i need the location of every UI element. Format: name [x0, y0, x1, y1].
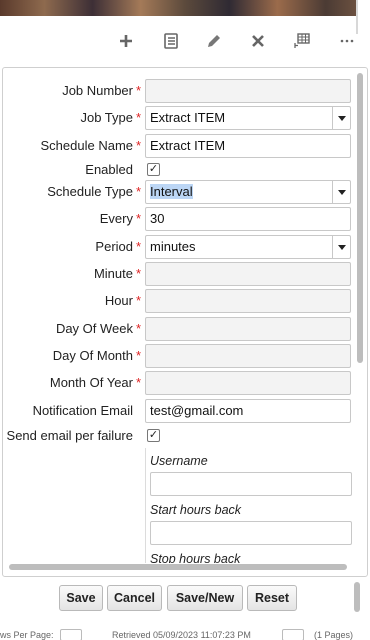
- job-type-label: Job Type: [80, 110, 133, 125]
- hour-field[interactable]: [145, 289, 351, 313]
- pagination-footer: ws Per Page: Retrieved 05/09/2023 11:07:…: [0, 626, 370, 640]
- month-of-year-field[interactable]: [145, 371, 351, 395]
- day-of-month-label: Day Of Month: [52, 348, 133, 363]
- month-of-year-row: Month Of Year *: [3, 371, 353, 395]
- day-of-week-row: Day Of Week *: [3, 317, 353, 341]
- every-row: Every * 30: [3, 207, 353, 231]
- job-type-select[interactable]: Extract ITEM: [145, 106, 351, 130]
- schedule-name-label: Schedule Name: [40, 138, 134, 153]
- credentials-section: Username Start hours back Stop hours bac…: [145, 448, 353, 563]
- start-hours-back-label: Start hours back: [150, 503, 242, 517]
- edit-icon[interactable]: [201, 28, 227, 54]
- period-row: Period * minutes: [3, 235, 353, 259]
- required-mark: *: [136, 83, 142, 98]
- schedule-name-row: Schedule Name * Extract ITEM: [3, 134, 353, 158]
- required-mark: *: [136, 239, 142, 254]
- month-of-year-label: Month Of Year: [49, 375, 133, 390]
- retrieved-timestamp: Retrieved 05/09/2023 11:07:23 PM: [112, 630, 251, 640]
- add-icon[interactable]: [113, 28, 139, 54]
- send-email-per-failure-label: Send email per failure: [6, 428, 133, 443]
- minute-label: Minute: [93, 266, 133, 281]
- required-mark: *: [136, 110, 142, 125]
- notification-email-field[interactable]: test@gmail.com: [145, 399, 351, 423]
- enabled-row: Enabled ✓: [3, 158, 353, 182]
- save-button[interactable]: Save: [59, 585, 103, 611]
- button-bar: Save Cancel Save/New Reset: [0, 580, 370, 616]
- reset-button[interactable]: Reset: [247, 585, 297, 611]
- page-number-input[interactable]: [282, 629, 304, 640]
- job-number-label: Job Number: [62, 83, 133, 98]
- notification-email-label: Notification Email: [32, 403, 133, 418]
- required-mark: *: [136, 184, 142, 199]
- horizontal-scrollbar-track: [9, 564, 351, 572]
- more-icon[interactable]: [334, 28, 360, 54]
- schedule-type-label: Schedule Type: [47, 184, 133, 199]
- enabled-label: Enabled: [85, 162, 133, 177]
- job-number-row: Job Number *: [3, 79, 353, 103]
- dropdown-arrow-icon[interactable]: [332, 107, 350, 129]
- header-banner-image: [0, 0, 370, 16]
- send-email-per-failure-checkbox[interactable]: ✓: [147, 429, 160, 442]
- dropdown-arrow-icon[interactable]: [332, 181, 350, 203]
- every-label: Every: [99, 211, 133, 226]
- dropdown-arrow-icon[interactable]: [332, 236, 350, 258]
- required-mark: *: [136, 293, 142, 308]
- columns-icon[interactable]: [289, 28, 315, 54]
- required-mark: *: [136, 266, 142, 281]
- notification-email-row: Notification Email test@gmail.com: [3, 399, 353, 423]
- username-label: Username: [150, 454, 208, 468]
- horizontal-scrollbar[interactable]: [9, 564, 347, 570]
- required-mark: *: [136, 375, 142, 390]
- hour-label: Hour: [104, 293, 133, 308]
- required-mark: *: [136, 321, 142, 336]
- minute-row: Minute *: [3, 262, 353, 286]
- stop-hours-back-label: Stop hours back: [150, 552, 241, 563]
- job-number-field[interactable]: [145, 79, 351, 103]
- day-of-month-field[interactable]: [145, 344, 351, 368]
- delete-icon[interactable]: [245, 28, 271, 54]
- hour-row: Hour *: [3, 289, 353, 313]
- day-of-week-field[interactable]: [145, 317, 351, 341]
- vertical-scrollbar[interactable]: [357, 73, 363, 363]
- minute-field[interactable]: [145, 262, 351, 286]
- every-field[interactable]: 30: [145, 207, 351, 231]
- rows-per-page-label: ws Per Page:: [0, 630, 54, 640]
- rows-per-page-select[interactable]: [60, 629, 82, 640]
- day-of-month-row: Day Of Month *: [3, 344, 353, 368]
- details-icon[interactable]: [158, 28, 184, 54]
- username-input[interactable]: [150, 472, 352, 496]
- schedule-type-select[interactable]: Interval: [145, 180, 351, 204]
- vertical-scrollbar[interactable]: [354, 582, 360, 612]
- schedule-type-row: Schedule Type * Interval: [3, 180, 353, 204]
- schedule-name-field[interactable]: Extract ITEM: [145, 134, 351, 158]
- save-new-button[interactable]: Save/New: [167, 585, 243, 611]
- period-label: Period: [95, 239, 133, 254]
- send-email-per-failure-row: Send email per failure ✓: [3, 424, 353, 448]
- job-schedule-form: Job Number * Job Type * Extract ITEM Sch…: [2, 67, 368, 577]
- cancel-button[interactable]: Cancel: [107, 585, 162, 611]
- required-mark: *: [136, 211, 142, 226]
- required-mark: *: [136, 138, 142, 153]
- enabled-checkbox[interactable]: ✓: [147, 163, 160, 176]
- required-mark: *: [136, 348, 142, 363]
- period-value: minutes: [150, 239, 196, 254]
- job-type-row: Job Type * Extract ITEM: [3, 106, 353, 130]
- start-hours-back-input[interactable]: [150, 521, 352, 545]
- toolbar: [0, 24, 370, 58]
- job-type-value: Extract ITEM: [150, 110, 226, 125]
- period-select[interactable]: minutes: [145, 235, 351, 259]
- day-of-week-label: Day Of Week: [55, 321, 133, 336]
- schedule-type-value: Interval: [150, 184, 193, 199]
- page-count: (1 Pages): [314, 630, 354, 640]
